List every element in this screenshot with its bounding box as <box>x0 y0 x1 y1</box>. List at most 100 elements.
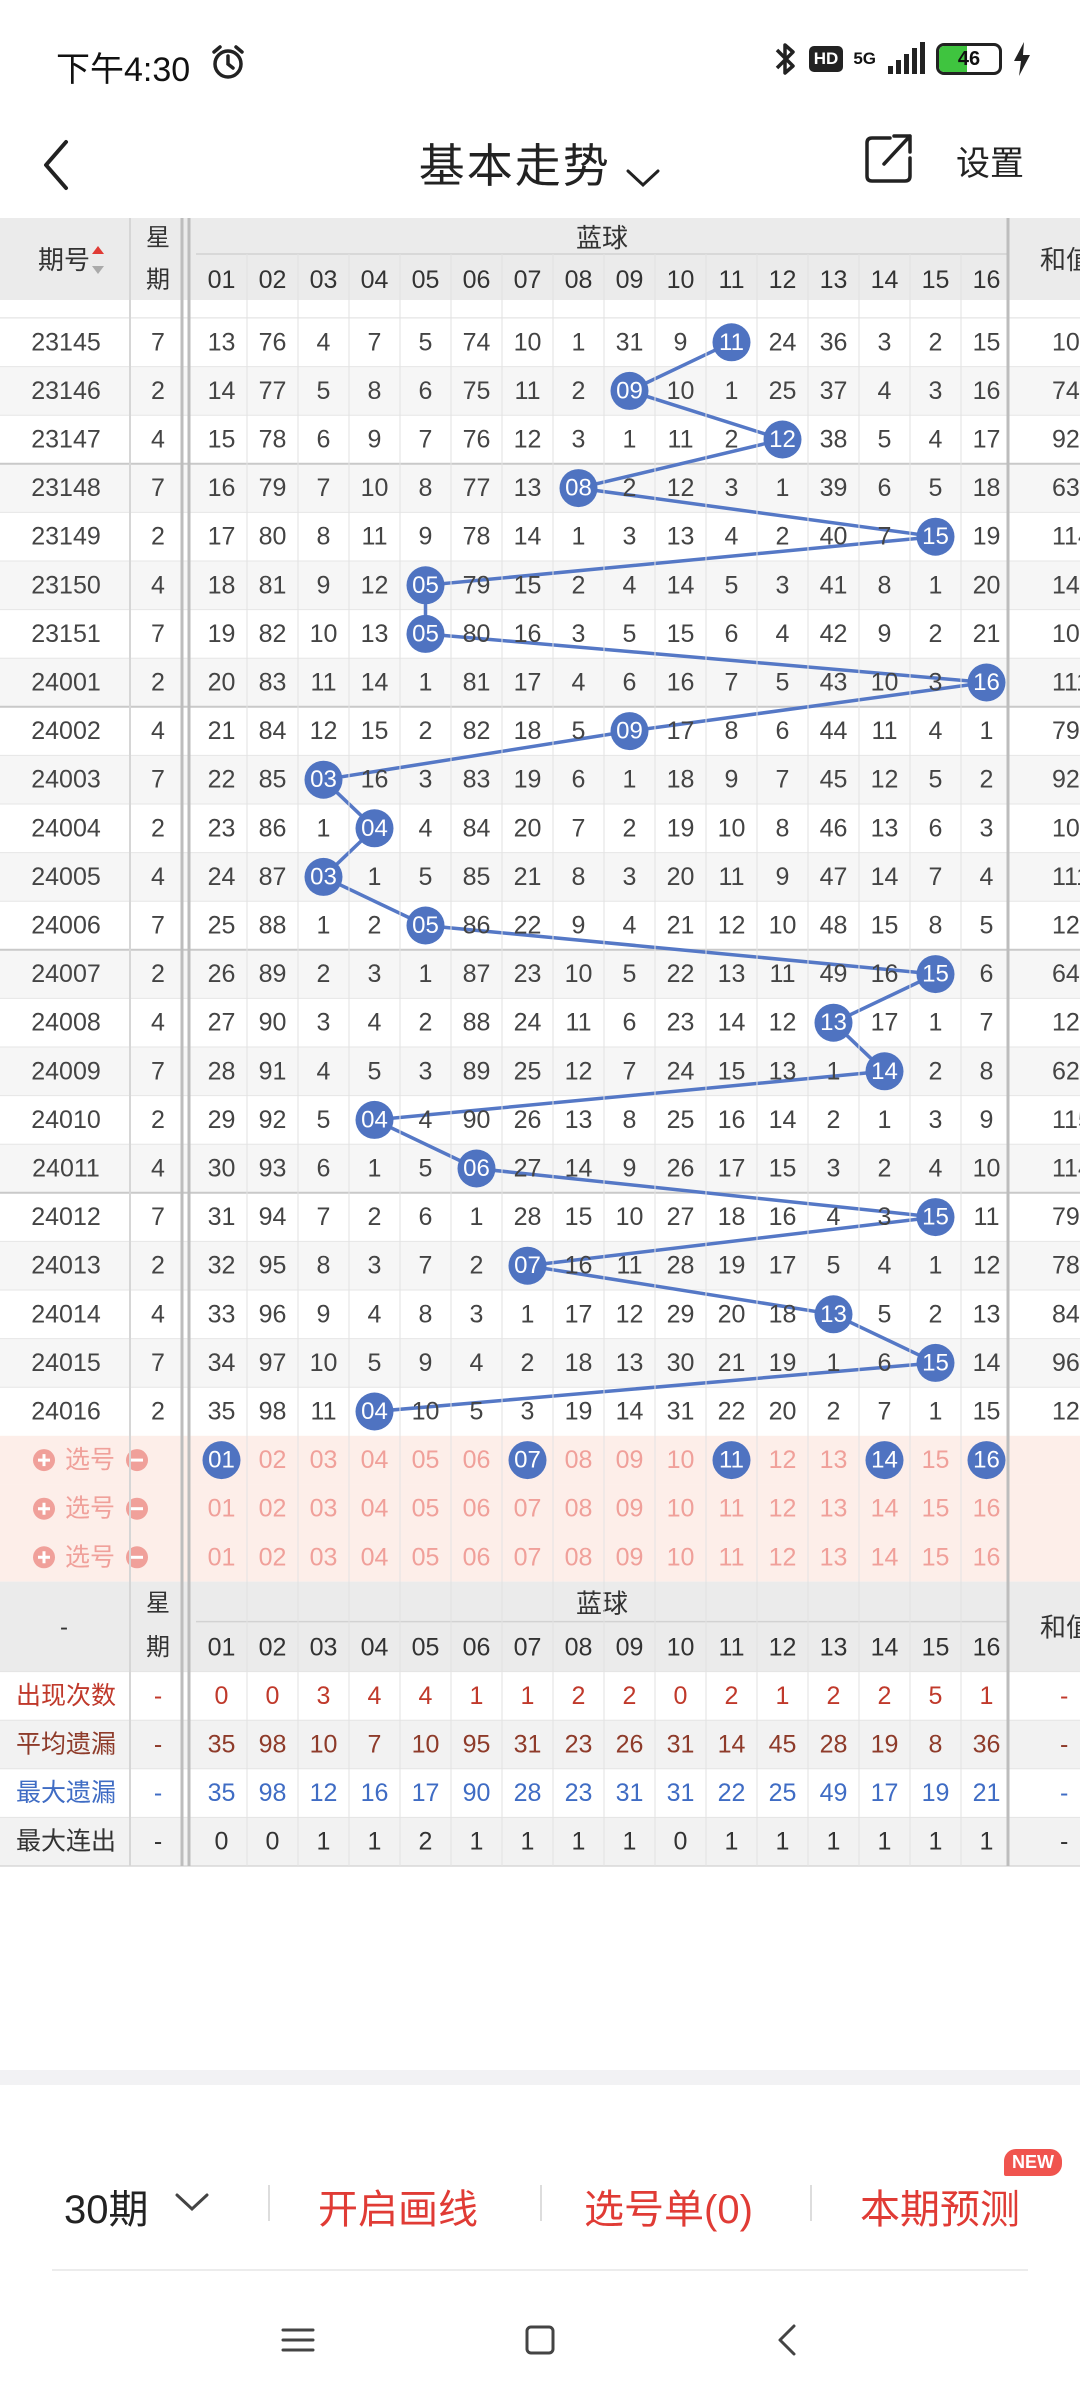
miss-count: 39 <box>820 474 848 502</box>
hit-ball-number: 06 <box>463 1155 490 1182</box>
select-number[interactable]: 10 <box>667 1446 695 1474</box>
miss-count: 26 <box>208 960 236 988</box>
select-number[interactable]: 08 <box>565 1543 593 1571</box>
miss-count: 20 <box>667 863 695 891</box>
select-number[interactable]: 14 <box>871 1543 899 1571</box>
selected-ball-number[interactable]: 07 <box>514 1447 541 1474</box>
select-number[interactable]: 07 <box>514 1495 542 1523</box>
share-icon[interactable] <box>862 128 918 188</box>
select-number[interactable]: 05 <box>412 1543 440 1571</box>
select-number[interactable]: 11 <box>719 1495 745 1523</box>
miss-count: 7 <box>419 426 433 454</box>
select-number[interactable]: 10 <box>667 1543 695 1571</box>
miss-count: 9 <box>317 1300 331 1328</box>
select-number[interactable]: 09 <box>616 1543 644 1571</box>
select-number[interactable]: 01 <box>208 1543 236 1571</box>
miss-count: 1 <box>521 1300 535 1328</box>
select-number[interactable]: 02 <box>259 1495 287 1523</box>
miss-count: 38 <box>820 426 848 454</box>
sum-value: 92 <box>1052 766 1080 794</box>
select-number[interactable]: 08 <box>565 1495 593 1523</box>
select-number[interactable]: 11 <box>719 1543 745 1571</box>
signal-icon <box>888 42 925 74</box>
miss-count: 47 <box>820 863 848 891</box>
select-number[interactable]: 13 <box>820 1446 848 1474</box>
select-number[interactable]: 01 <box>208 1495 236 1523</box>
select-number[interactable]: 16 <box>973 1543 1001 1571</box>
select-number[interactable]: 08 <box>565 1446 593 1474</box>
miss-count: 7 <box>980 1009 994 1037</box>
select-number[interactable]: 09 <box>616 1446 644 1474</box>
select-number[interactable]: 14 <box>871 1495 899 1523</box>
miss-count: 11 <box>566 1009 592 1037</box>
selected-ball-number[interactable]: 11 <box>719 1447 744 1474</box>
select-number[interactable]: 02 <box>259 1446 287 1474</box>
page-title-dropdown[interactable]: 基本走势 <box>0 130 1080 196</box>
select-number[interactable]: 03 <box>310 1495 338 1523</box>
miss-count: 2 <box>878 1155 892 1183</box>
select-number[interactable]: 03 <box>310 1446 338 1474</box>
stats-value: 31 <box>667 1731 695 1759</box>
select-number[interactable]: 02 <box>259 1543 287 1571</box>
stats-dash: - <box>154 1682 162 1710</box>
menu-icon[interactable] <box>278 2320 318 2360</box>
select-number[interactable]: 03 <box>310 1543 338 1571</box>
home-icon[interactable] <box>520 2320 560 2360</box>
selected-ball-number[interactable]: 16 <box>973 1447 1000 1474</box>
settings-button[interactable]: 设置 <box>956 136 1024 185</box>
miss-count: 3 <box>521 1398 535 1426</box>
select-number[interactable]: 06 <box>463 1543 491 1571</box>
stats-value: 1 <box>776 1828 790 1856</box>
hit-ball-number: 11 <box>719 329 744 356</box>
select-number[interactable]: 09 <box>616 1495 644 1523</box>
select-number[interactable]: 06 <box>463 1446 491 1474</box>
hit-ball-number: 05 <box>412 620 439 647</box>
select-number[interactable]: 12 <box>769 1543 797 1571</box>
stats-value: 1 <box>980 1828 994 1856</box>
selected-ball-number[interactable]: 01 <box>208 1447 235 1474</box>
select-number[interactable]: 15 <box>922 1446 950 1474</box>
select-number[interactable]: 15 <box>922 1543 950 1571</box>
select-number[interactable]: 04 <box>361 1543 389 1571</box>
miss-count: 16 <box>514 620 542 648</box>
selection-list-button[interactable]: 选号单(0) <box>584 2177 753 2235</box>
miss-count: 43 <box>820 669 848 697</box>
miss-count: 16 <box>973 377 1001 405</box>
miss-count: 23 <box>514 960 542 988</box>
miss-count: 5 <box>929 766 943 794</box>
miss-count: 25 <box>514 1057 542 1085</box>
select-number[interactable]: 16 <box>973 1495 1001 1523</box>
draw-line-button[interactable]: 开启画线 <box>318 2177 478 2235</box>
hit-ball-number: 14 <box>871 1058 898 1085</box>
miss-count: 11 <box>974 1203 1000 1231</box>
selected-ball-number[interactable]: 14 <box>871 1447 898 1474</box>
select-number[interactable]: 12 <box>769 1495 797 1523</box>
select-number[interactable]: 04 <box>361 1446 389 1474</box>
miss-count: 24 <box>667 1057 695 1085</box>
stats-value: 1 <box>521 1828 535 1856</box>
select-number[interactable]: 12 <box>769 1446 797 1474</box>
stats-dash: - <box>154 1779 162 1807</box>
chevron-down-icon[interactable] <box>174 2191 210 2213</box>
select-number[interactable]: 15 <box>922 1495 950 1523</box>
stats-value: 1 <box>929 1828 943 1856</box>
select-number[interactable]: 13 <box>820 1495 848 1523</box>
select-number[interactable]: 07 <box>514 1543 542 1571</box>
select-number[interactable]: 04 <box>361 1495 389 1523</box>
back-icon[interactable] <box>768 2320 808 2360</box>
miss-count: 8 <box>980 1057 994 1085</box>
select-number[interactable]: 13 <box>820 1543 848 1571</box>
select-number[interactable]: 05 <box>412 1495 440 1523</box>
column-header-number: 10 <box>667 266 695 294</box>
period-selector[interactable]: 30期 <box>64 2177 149 2235</box>
sum-value: 104 <box>1052 620 1080 648</box>
stats-value: 1 <box>470 1682 484 1710</box>
predict-button[interactable]: 本期预测 <box>860 2177 1020 2235</box>
stats-value: 21 <box>973 1779 1001 1807</box>
miss-count: 10 <box>667 377 695 405</box>
stats-value: 1 <box>878 1828 892 1856</box>
select-number[interactable]: 05 <box>412 1446 440 1474</box>
miss-count: 10 <box>769 912 797 940</box>
select-number[interactable]: 06 <box>463 1495 491 1523</box>
select-number[interactable]: 10 <box>667 1495 695 1523</box>
